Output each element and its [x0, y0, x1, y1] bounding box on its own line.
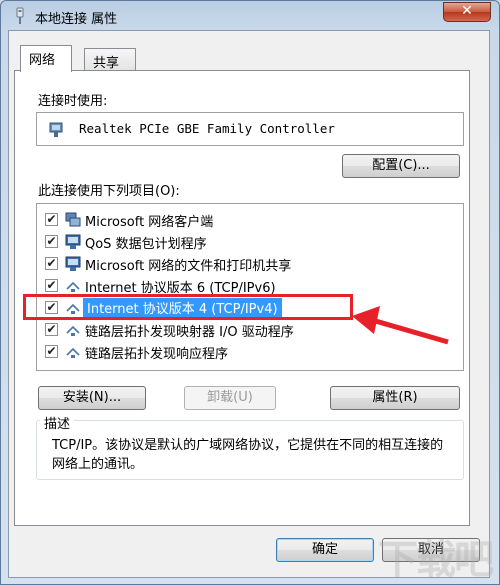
list-item[interactable]: ✔ QoS 数据包计划程序	[37, 231, 463, 253]
checkbox[interactable]: ✔	[45, 235, 58, 248]
list-item-label: Microsoft 网络的文件和打印机共享	[85, 259, 292, 274]
install-button[interactable]: 安装(N)...	[38, 386, 146, 410]
close-button[interactable]: ✕	[443, 2, 491, 22]
components-list[interactable]: ✔ Microsoft 网络客户端 ✔ QoS 数据包计划程序 ✔ Micros…	[23, 203, 464, 371]
protocol-icon	[66, 347, 80, 358]
connect-using-label: 连接时使用:	[38, 94, 108, 109]
network-connection-icon	[16, 7, 24, 24]
adapter-field: Realtek PCIe GBE Family Controller	[36, 112, 464, 146]
network-adapter-icon	[49, 122, 63, 137]
list-item[interactable]: ✔ Microsoft 网络的文件和打印机共享	[37, 253, 463, 275]
ok-button[interactable]: 确定	[276, 538, 374, 562]
title-bar[interactable]: 本地连接 属性 ✕	[1, 1, 499, 31]
description-text: TCP/IP。该协议是默认的广域网络协议，它提供在不同的相互连接的网络上的通讯。	[52, 438, 444, 472]
file-printer-sharing-icon	[65, 256, 81, 271]
tab-network[interactable]: 网络	[20, 45, 72, 72]
configure-button[interactable]: 配置(C)...	[342, 154, 460, 178]
checkbox[interactable]: ✔	[45, 257, 58, 270]
components-label: 此连接使用下列项目(O):	[38, 184, 180, 199]
tab-sharing-label: 共享	[93, 56, 120, 71]
list-item-label: QoS 数据包计划程序	[85, 237, 207, 252]
uninstall-button[interactable]: 卸载(U)	[184, 386, 276, 410]
highlight-box	[23, 294, 353, 320]
qos-icon	[65, 234, 81, 249]
checkbox[interactable]: ✔	[45, 345, 58, 358]
properties-button[interactable]: 属性(R)	[330, 386, 460, 410]
protocol-icon	[66, 281, 80, 292]
tab-sharing[interactable]: 共享	[84, 48, 136, 72]
description-title: 描述	[40, 413, 75, 432]
list-item-label: Microsoft 网络客户端	[85, 215, 214, 230]
list-item[interactable]: ✔ 链路层拓扑发现响应程序	[37, 341, 463, 363]
list-item-label: 链路层拓扑发现响应程序	[85, 347, 229, 362]
checkbox[interactable]: ✔	[45, 323, 58, 336]
list-item-label: 链路层拓扑发现映射器 I/O 驱动程序	[85, 325, 294, 340]
tab-network-label: 网络	[29, 53, 56, 68]
checkbox[interactable]: ✔	[45, 213, 58, 226]
list-item[interactable]: ✔ 链路层拓扑发现映射器 I/O 驱动程序	[37, 319, 463, 341]
window-title: 本地连接 属性	[35, 12, 118, 27]
watermark: 下载吧	[378, 537, 494, 583]
protocol-icon	[66, 325, 80, 336]
network-client-icon	[65, 212, 81, 227]
list-item[interactable]: ✔ Microsoft 网络客户端	[37, 209, 463, 231]
list-item-selected[interactable]: ✔ Internet 协议版本 4 (TCP/IPv4)	[23, 294, 463, 320]
adapter-name: Realtek PCIe GBE Family Controller	[79, 121, 335, 136]
checkbox[interactable]: ✔	[45, 279, 58, 292]
